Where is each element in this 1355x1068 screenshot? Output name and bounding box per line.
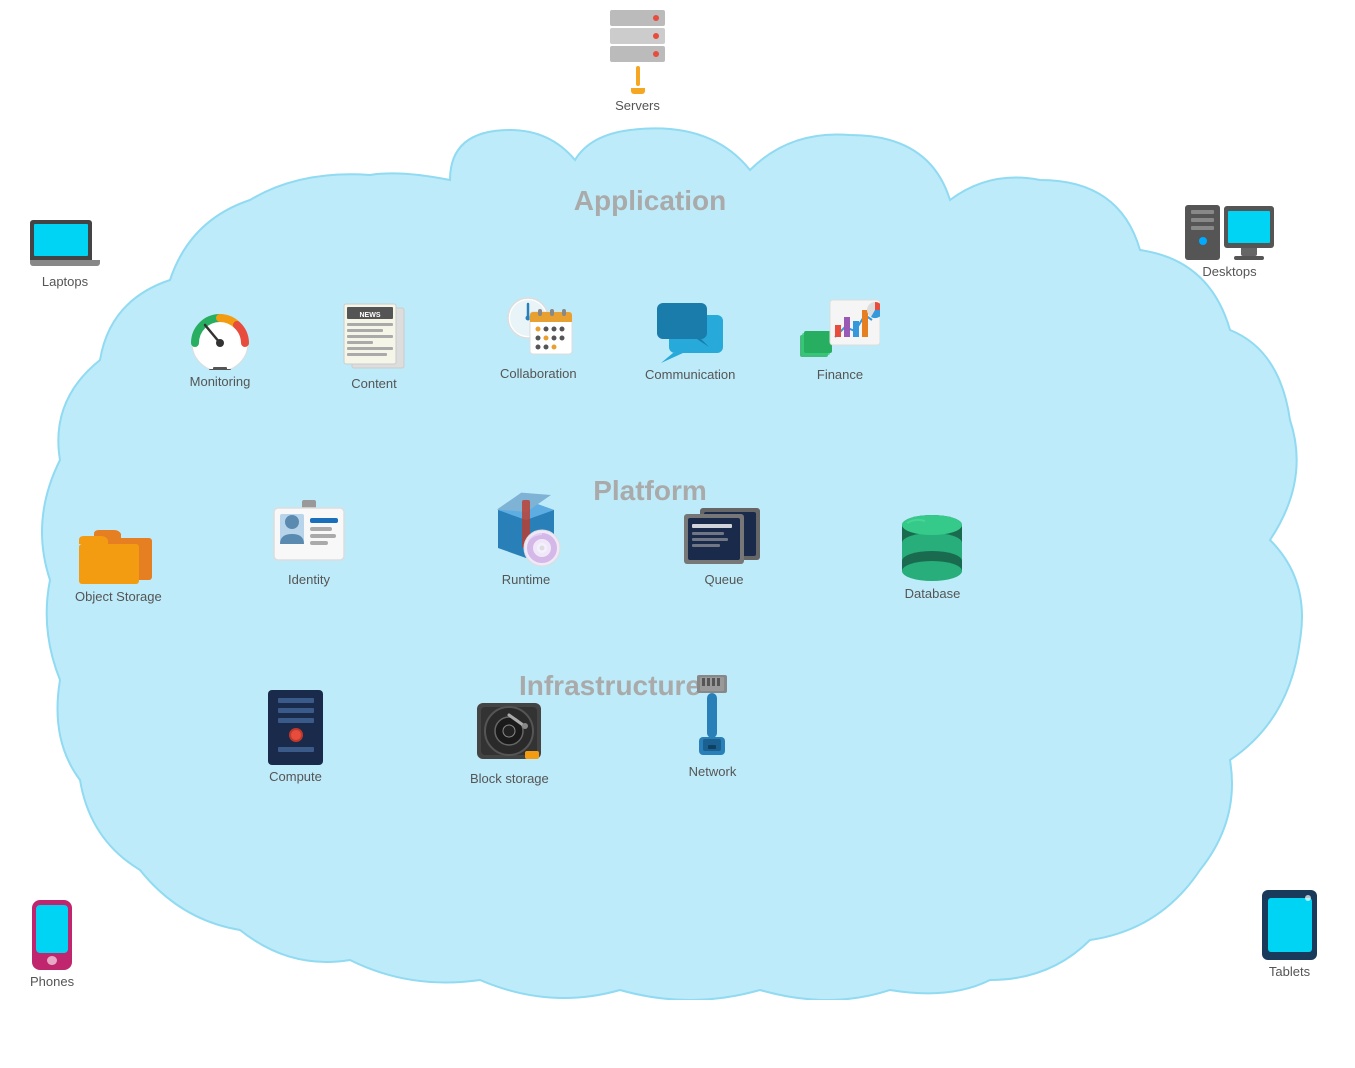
desktops-item: Desktops [1185, 205, 1274, 279]
content-label: Content [351, 376, 397, 391]
collaboration-item: Collaboration [500, 290, 577, 381]
finance-icon [800, 295, 880, 363]
compute-label: Compute [269, 769, 322, 784]
finance-item: Finance [800, 295, 880, 382]
finance-label: Finance [817, 367, 863, 382]
queue-icon [680, 500, 768, 568]
communication-label: Communication [645, 367, 735, 382]
network-icon [685, 675, 740, 760]
block-storage-icon [473, 695, 545, 767]
servers-item: Servers [610, 10, 665, 113]
monitoring-label: Monitoring [190, 374, 251, 389]
block-storage-item: Block storage [470, 695, 549, 786]
database-item: Database [895, 510, 970, 601]
object-storage-item: Object Storage [75, 520, 162, 604]
runtime-label: Runtime [502, 572, 550, 587]
runtime-icon [490, 490, 562, 568]
desktops-label: Desktops [1202, 264, 1256, 279]
laptops-icon [30, 220, 100, 270]
tablets-label: Tablets [1269, 964, 1310, 979]
compute-item: Compute [268, 690, 323, 784]
monitoring-item: Monitoring [185, 305, 255, 389]
communication-icon [651, 295, 729, 363]
servers-label: Servers [615, 98, 660, 113]
phones-icon [32, 900, 72, 970]
tablets-item: Tablets [1262, 890, 1317, 979]
servers-icon [610, 10, 665, 94]
desktops-icon [1185, 205, 1274, 260]
content-item: NEWS Content [340, 300, 408, 391]
collaboration-icon [502, 290, 574, 362]
block-storage-label: Block storage [470, 771, 549, 786]
laptops-label: Laptops [42, 274, 88, 289]
object-storage-label: Object Storage [75, 589, 162, 604]
application-label: Application [500, 185, 800, 217]
cloud-shape [30, 120, 1320, 1000]
identity-item: Identity [270, 500, 348, 587]
content-icon: NEWS [340, 300, 408, 372]
identity-icon [270, 500, 348, 568]
database-icon [895, 510, 970, 582]
phones-label: Phones [30, 974, 74, 989]
object-storage-icon [79, 520, 157, 585]
phones-item: Phones [30, 900, 74, 989]
monitoring-icon [185, 305, 255, 370]
tablets-icon [1262, 890, 1317, 960]
compute-icon [268, 690, 323, 765]
network-item: Network [685, 675, 740, 779]
runtime-item: Runtime [490, 490, 562, 587]
database-label: Database [905, 586, 961, 601]
collaboration-label: Collaboration [500, 366, 577, 381]
svg-text:NEWS: NEWS [360, 312, 381, 319]
communication-item: Communication [645, 295, 735, 382]
queue-item: Queue [680, 500, 768, 587]
laptops-item: Laptops [30, 220, 100, 289]
network-label: Network [689, 764, 737, 779]
queue-label: Queue [704, 572, 743, 587]
identity-label: Identity [288, 572, 330, 587]
